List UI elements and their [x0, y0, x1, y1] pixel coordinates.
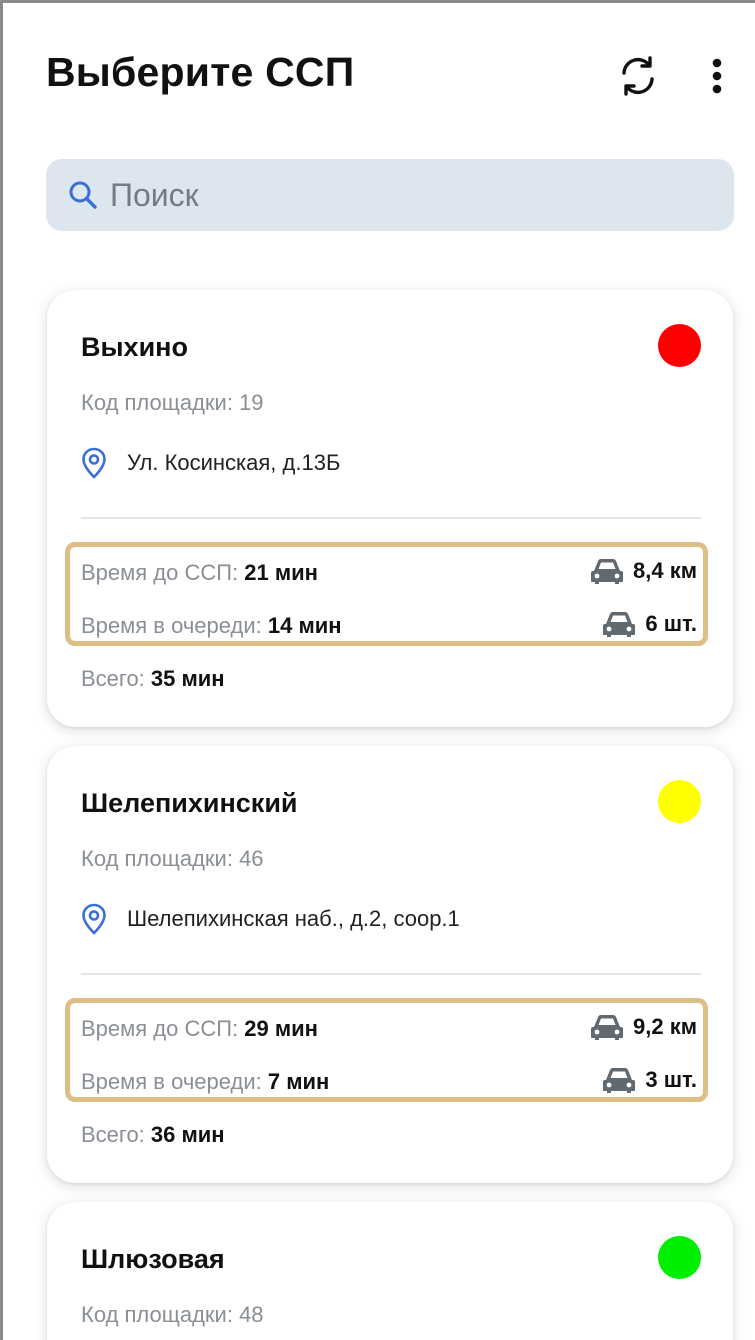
divider — [81, 973, 701, 975]
refresh-icon — [615, 53, 661, 104]
travel-info-box: Время до ССП: 29 мин 9,2 км Время в очер… — [65, 998, 708, 1102]
refresh-button[interactable] — [614, 54, 662, 102]
travel-info-box: Время до ССП: 21 мин 8,4 км Время в очер… — [65, 542, 708, 646]
search-input[interactable] — [110, 176, 710, 214]
time-to-label: Время до ССП: — [81, 560, 245, 585]
site-code: Код площадки: 48 — [81, 1302, 264, 1328]
location-pin-icon — [81, 447, 107, 479]
divider — [81, 517, 701, 519]
header: Выберите ССП — [3, 3, 755, 153]
distance: 8,4 км — [590, 557, 697, 585]
time-queue-label: Время в очереди: — [81, 613, 268, 638]
distance-value: 9,2 км — [633, 1014, 697, 1039]
time-queue-value: 7 мин — [267, 1069, 330, 1094]
site-name: Выхино — [81, 332, 188, 362]
time-queue-value: 14 мин — [267, 613, 342, 638]
site-name: Шелепихинский — [81, 788, 298, 818]
address-text: Ул. Косинская, д.13Б — [127, 450, 341, 475]
total-time: Всего: 36 мин — [81, 1122, 225, 1148]
time-to-site: Время до ССП: 21 мин — [81, 560, 318, 586]
distance: 9,2 км — [590, 1013, 697, 1041]
car-icon — [590, 1013, 624, 1041]
total-time: Всего: 35 мин — [81, 666, 225, 692]
time-to-site: Время до ССП: 29 мин — [81, 1016, 318, 1042]
queue-count-value: 3 шт. — [645, 1067, 697, 1092]
total-value: 36 мин — [150, 1122, 225, 1147]
time-to-value: 21 мин — [244, 560, 318, 585]
site-address: Ул. Косинская, д.13Б — [81, 447, 340, 479]
site-code-value: 19 — [239, 390, 264, 415]
queue-count: 3 шт. — [602, 1066, 697, 1094]
site-code-label: Код площадки: — [81, 390, 240, 415]
queue-count-value: 6 шт. — [645, 611, 697, 636]
more-options-button[interactable] — [699, 54, 735, 102]
time-in-queue: Время в очереди: 7 мин — [81, 1069, 329, 1095]
more-vertical-icon — [711, 56, 723, 101]
total-value: 35 мин — [150, 666, 225, 691]
site-code-value: 46 — [239, 846, 264, 871]
time-to-value: 29 мин — [244, 1016, 318, 1041]
time-in-queue: Время в очереди: 14 мин — [81, 613, 342, 639]
total-label: Всего: — [81, 666, 151, 691]
site-code-label: Код площадки: — [81, 846, 240, 871]
site-card[interactable]: Шлюзовая Код площадки: 48 — [47, 1202, 733, 1340]
app-screen: Выберите ССП Поиск Выхино Код площадки: … — [0, 0, 755, 1340]
site-code-label: Код площадки: — [81, 1302, 240, 1327]
time-queue-label: Время в очереди: — [81, 1069, 268, 1094]
search-bar[interactable] — [46, 159, 734, 231]
address-text: Шелепихинская наб., д.2, соор.1 — [127, 906, 460, 931]
status-indicator — [658, 1236, 701, 1279]
site-name: Шлюзовая — [81, 1244, 225, 1274]
page-title: Выберите ССП — [46, 49, 355, 95]
site-code: Код площадки: 46 — [81, 846, 264, 872]
site-code-value: 48 — [239, 1302, 264, 1327]
car-icon — [602, 610, 636, 638]
status-indicator — [658, 324, 701, 367]
car-icon — [590, 557, 624, 585]
car-icon — [602, 1066, 636, 1094]
location-pin-icon — [81, 903, 107, 935]
site-card[interactable]: Выхино Код площадки: 19 Ул. Косинская, д… — [47, 290, 733, 727]
search-icon — [68, 180, 98, 210]
site-card[interactable]: Шелепихинский Код площадки: 46 Шелепихин… — [47, 746, 733, 1183]
distance-value: 8,4 км — [633, 558, 697, 583]
status-indicator — [658, 780, 701, 823]
site-address: Шелепихинская наб., д.2, соор.1 — [81, 903, 460, 935]
time-to-label: Время до ССП: — [81, 1016, 245, 1041]
site-code: Код площадки: 19 — [81, 390, 264, 416]
queue-count: 6 шт. — [602, 610, 697, 638]
total-label: Всего: — [81, 1122, 151, 1147]
